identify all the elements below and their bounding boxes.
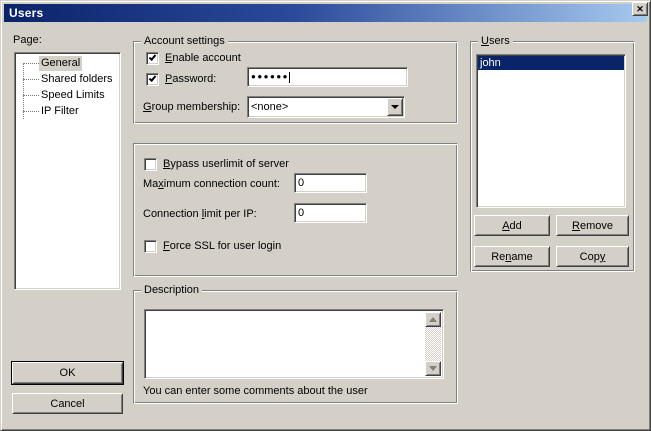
connection-limit-per-ip-value: 0 xyxy=(298,207,304,219)
tree-item-label: Shared folders xyxy=(39,72,115,87)
page-label: Page: xyxy=(13,34,42,46)
description-group: Description You can enter some comments … xyxy=(133,290,458,404)
bypass-userlimit-label: Bypass userlimit of server xyxy=(163,158,289,171)
maximum-connection-count-input[interactable]: 0 xyxy=(294,173,367,193)
ok-button-label: OK xyxy=(60,367,76,379)
tree-branch xyxy=(23,95,39,96)
checkmark-icon xyxy=(149,74,157,82)
scroll-down-icon xyxy=(429,366,437,371)
add-button[interactable]: Add xyxy=(474,215,550,236)
account-settings-title: Account settings xyxy=(141,35,228,47)
page-tree-inner: General Shared folders Speed Limits IP F… xyxy=(17,55,118,287)
force-ssl-checkbox[interactable]: Force SSL for user login xyxy=(144,240,281,253)
scroll-up-button[interactable] xyxy=(425,312,441,327)
tree-item-ip-filter[interactable]: IP Filter xyxy=(17,103,118,119)
checkbox-box[interactable] xyxy=(146,52,159,65)
tree-item-label: Speed Limits xyxy=(39,88,107,103)
tree-item-speed-limits[interactable]: Speed Limits xyxy=(17,87,118,103)
copy-button-label: Copy xyxy=(580,251,606,263)
copy-button[interactable]: Copy xyxy=(556,246,629,267)
tree-branch xyxy=(23,79,39,80)
users-group-title: Users xyxy=(478,35,513,47)
tree-item-label: General xyxy=(39,56,82,71)
checkbox-box[interactable] xyxy=(144,158,157,171)
bypass-userlimit-checkbox[interactable]: Bypass userlimit of server xyxy=(144,158,289,171)
tree-item-shared-folders[interactable]: Shared folders xyxy=(17,71,118,87)
account-settings-group: Account settings Enable account Password… xyxy=(133,41,458,124)
force-ssl-label: Force SSL for user login xyxy=(163,240,281,253)
tree-branch xyxy=(23,63,39,64)
cancel-button-label: Cancel xyxy=(50,398,84,410)
connection-limit-per-ip-input[interactable]: 0 xyxy=(294,203,367,223)
group-membership-select[interactable]: <none> xyxy=(247,96,405,118)
enable-account-label: Enable account xyxy=(165,52,241,65)
scroll-down-button[interactable] xyxy=(425,361,441,376)
users-group: Users john Add Remove Rename Copy xyxy=(470,41,635,272)
checkbox-box[interactable] xyxy=(144,240,157,253)
rename-button-label: Rename xyxy=(491,251,533,263)
close-icon: ✕ xyxy=(636,5,644,14)
tree-item-label: IP Filter xyxy=(39,104,81,119)
checkbox-box[interactable] xyxy=(146,73,159,86)
password-input[interactable]: ●●●●●● xyxy=(247,67,408,87)
remove-button-label: Remove xyxy=(572,220,613,232)
add-button-label: Add xyxy=(502,220,522,232)
tree-branch xyxy=(23,111,39,112)
password-checkbox[interactable]: Password: xyxy=(146,73,216,86)
description-textarea[interactable] xyxy=(144,309,444,379)
cancel-button[interactable]: Cancel xyxy=(12,393,123,414)
dropdown-button[interactable] xyxy=(387,98,403,116)
scroll-up-icon xyxy=(429,317,437,322)
list-item-john[interactable]: john xyxy=(478,56,624,70)
maximum-connection-count-value: 0 xyxy=(298,177,304,189)
rename-button[interactable]: Rename xyxy=(474,246,550,267)
group-membership-label: Group membership: xyxy=(143,101,240,113)
description-title: Description xyxy=(141,284,202,296)
tree-item-general[interactable]: General xyxy=(17,55,118,71)
close-button[interactable]: ✕ xyxy=(632,2,648,16)
users-list[interactable]: john xyxy=(476,54,626,208)
maximum-connection-count-label: Maximum connection count: xyxy=(143,178,280,190)
description-scrollbar[interactable] xyxy=(425,312,441,376)
connection-limit-per-ip-label: Connection limit per IP: xyxy=(143,208,257,220)
description-hint: You can enter some comments about the us… xyxy=(143,385,368,397)
users-dialog: Users ✕ Page: General Shared folders Spe… xyxy=(0,0,651,431)
dialog-title: Users xyxy=(4,6,43,20)
page-tree[interactable]: General Shared folders Speed Limits IP F… xyxy=(14,52,121,290)
password-label: Password: xyxy=(165,73,216,86)
text-caret xyxy=(289,72,290,83)
checkmark-icon xyxy=(149,53,157,61)
chevron-down-icon xyxy=(391,105,399,109)
remove-button[interactable]: Remove xyxy=(556,215,629,236)
limits-group: Bypass userlimit of server Maximum conne… xyxy=(133,143,458,277)
group-membership-value: <none> xyxy=(251,99,288,115)
enable-account-checkbox[interactable]: Enable account xyxy=(146,52,241,65)
password-value: ●●●●●● xyxy=(251,72,289,81)
user-name: john xyxy=(480,57,501,69)
ok-button[interactable]: OK xyxy=(12,362,123,384)
titlebar[interactable]: Users xyxy=(4,4,647,22)
